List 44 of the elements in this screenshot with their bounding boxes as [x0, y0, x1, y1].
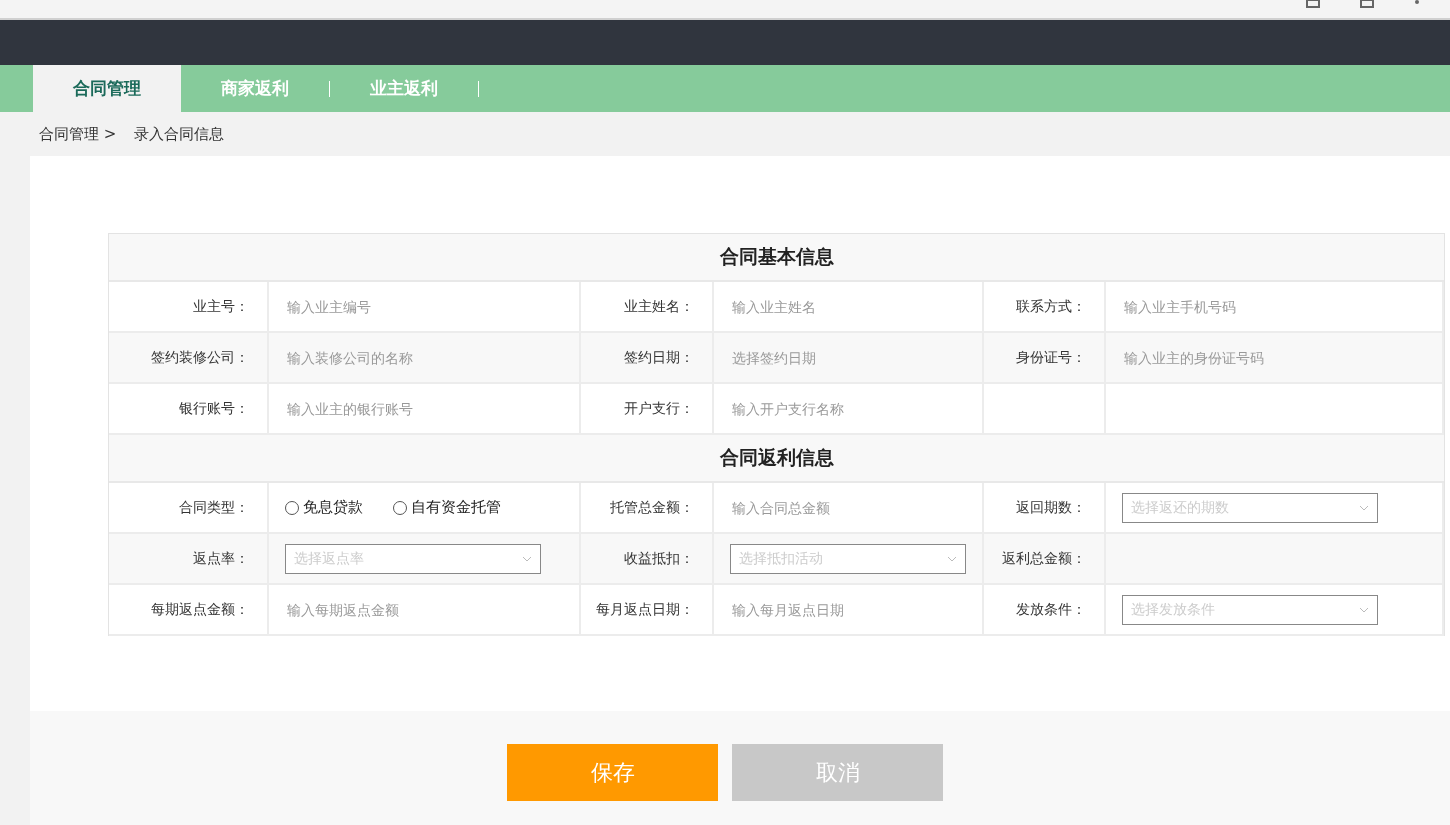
- field-label: 业主姓名：: [581, 282, 714, 331]
- chevron-down-icon: [1359, 504, 1369, 511]
- radio-icon[interactable]: [285, 500, 299, 515]
- field-label: 收益抵扣：: [581, 534, 714, 583]
- input-field[interactable]: 输入合同总金额: [730, 498, 966, 517]
- input-field[interactable]: 输入业主的身份证号码: [1122, 348, 1426, 367]
- nav-tab[interactable]: 合同管理: [33, 65, 181, 112]
- field-label: 业主号：: [109, 282, 269, 331]
- chevron-down-icon: [522, 555, 532, 562]
- section-title: 合同基本信息: [109, 234, 1444, 282]
- radio-icon[interactable]: [393, 500, 407, 515]
- radio-option[interactable]: 免息贷款: [285, 498, 363, 517]
- field-label: 银行账号：: [109, 384, 269, 433]
- field-label: 每月返点日期：: [581, 585, 714, 634]
- field-label: 发放条件：: [984, 585, 1106, 634]
- field-label: 返点率：: [109, 534, 269, 583]
- nav-tab[interactable]: 业主返利: [330, 65, 478, 112]
- chevron-down-icon: [947, 555, 957, 562]
- save-button[interactable]: 保存: [507, 744, 718, 801]
- field-label: 返回期数：: [984, 483, 1106, 532]
- breadcrumb-item[interactable]: 合同管理 >: [39, 124, 117, 144]
- input-field[interactable]: 输入装修公司的名称: [285, 348, 563, 367]
- input-field[interactable]: 输入每期返点金额: [285, 600, 563, 619]
- radio-option[interactable]: 自有资金托管: [393, 498, 501, 517]
- field-label: 开户支行：: [581, 384, 714, 433]
- input-field[interactable]: 输入业主姓名: [730, 297, 966, 316]
- field-label: 每期返点金额：: [109, 585, 269, 634]
- field-label: 签约装修公司：: [109, 333, 269, 382]
- input-field[interactable]: 输入业主手机号码: [1122, 297, 1426, 316]
- field-label: 身份证号：: [984, 333, 1106, 382]
- input-field[interactable]: 输入每月返点日期: [730, 600, 966, 619]
- field-label: 合同类型：: [109, 483, 269, 532]
- nav-tab[interactable]: 商家返利: [181, 65, 329, 112]
- input-field[interactable]: 输入开户支行名称: [730, 399, 966, 418]
- input-field[interactable]: 输入业主编号: [285, 297, 563, 316]
- chevron-down-icon: [1359, 606, 1369, 613]
- field-label: 返利总金额：: [984, 534, 1106, 583]
- breadcrumb-item: 录入合同信息: [134, 124, 225, 144]
- field-label: 签约日期：: [581, 333, 714, 382]
- input-field[interactable]: 输入业主的银行账号: [285, 399, 563, 418]
- field-label: 联系方式：: [984, 282, 1106, 331]
- input-field[interactable]: 选择签约日期: [730, 348, 966, 367]
- section-title: 合同返利信息: [109, 435, 1444, 483]
- field-label: 托管总金额：: [581, 483, 714, 532]
